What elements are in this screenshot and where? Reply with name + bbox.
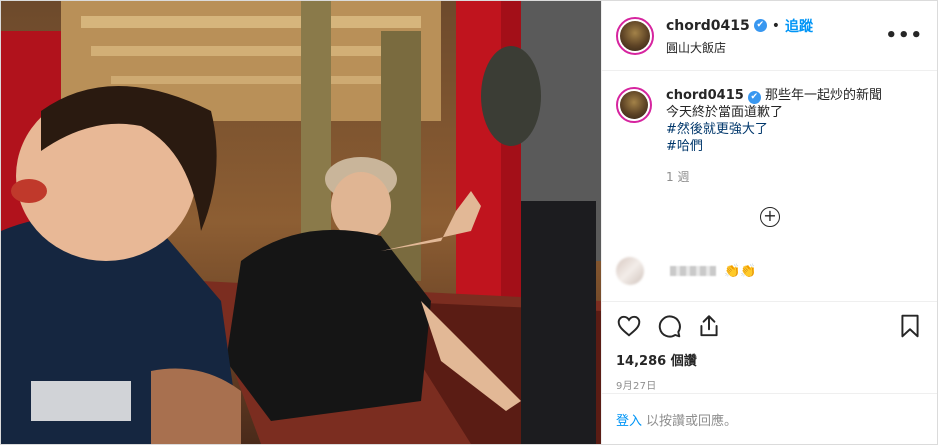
login-prompt: 登入 以按讚或回應。 (602, 393, 937, 444)
share-icon[interactable] (696, 313, 722, 339)
caption-text: chord0415 ✔ 那些年一起炒的新聞 今天終於當面道歉了 #然後就更強大了 … (666, 87, 882, 186)
header-info: chord0415 ✔ • 追蹤 圓山大飯店 (666, 16, 885, 56)
blurred-comment: 👏👏 (616, 257, 756, 285)
post-photo[interactable] (1, 1, 601, 444)
login-prompt-text: 以按讚或回應。 (646, 413, 738, 429)
separator-dot: • (771, 17, 781, 34)
action-icons (616, 310, 923, 342)
heart-icon[interactable] (616, 313, 642, 339)
comments-area: chord0415 ✔ 那些年一起炒的新聞 今天終於當面道歉了 #然後就更強大了 … (602, 71, 937, 301)
blurred-comment-text (670, 266, 716, 276)
like-count[interactable]: 14,286 個讚 (616, 350, 923, 369)
load-more-comments-icon[interactable]: + (760, 207, 780, 227)
caption-timestamp[interactable]: 1 週 (666, 169, 882, 186)
post-photo-image (1, 1, 601, 444)
caption-username-link[interactable]: chord0415 (666, 88, 744, 103)
header-row: chord0415 ✔ • 追蹤 (666, 16, 885, 36)
caption: chord0415 ✔ 那些年一起炒的新聞 今天終於當面道歉了 #然後就更強大了 … (616, 87, 923, 186)
bookmark-icon[interactable] (897, 313, 923, 339)
hashtag-link[interactable]: #然後就更強大了 (666, 121, 882, 138)
more-options-icon[interactable]: ••• (885, 25, 923, 46)
avatar-image (620, 20, 650, 51)
caption-avatar-image (620, 91, 648, 119)
caption-verified-icon: ✔ (747, 91, 761, 104)
post-date[interactable]: 9月27日 (616, 377, 923, 392)
action-bar: 14,286 個讚 9月27日 (602, 301, 937, 400)
caption-line-1: 那些年一起炒的新聞 (764, 88, 882, 103)
caption-line-2: 今天終於當面道歉了 (666, 105, 784, 120)
username-link[interactable]: chord0415 (666, 18, 750, 34)
post-sidebar: chord0415 ✔ • 追蹤 圓山大飯店 ••• chord0415 ✔ 那些… (601, 1, 937, 444)
avatar[interactable] (616, 16, 654, 55)
comment-icon[interactable] (656, 313, 682, 339)
blurred-avatar (616, 257, 644, 285)
location-link[interactable]: 圓山大飯店 (666, 39, 885, 56)
hashtag-link[interactable]: #哈們 (666, 138, 882, 155)
follow-button[interactable]: 追蹤 (785, 16, 813, 36)
clap-emoji: 👏👏 (724, 263, 757, 279)
instagram-post: chord0415 ✔ • 追蹤 圓山大飯店 ••• chord0415 ✔ 那些… (0, 0, 938, 445)
verified-badge-icon: ✔ (753, 19, 767, 32)
caption-avatar[interactable] (616, 87, 652, 123)
login-link[interactable]: 登入 (616, 410, 642, 429)
post-header: chord0415 ✔ • 追蹤 圓山大飯店 ••• (602, 1, 937, 71)
